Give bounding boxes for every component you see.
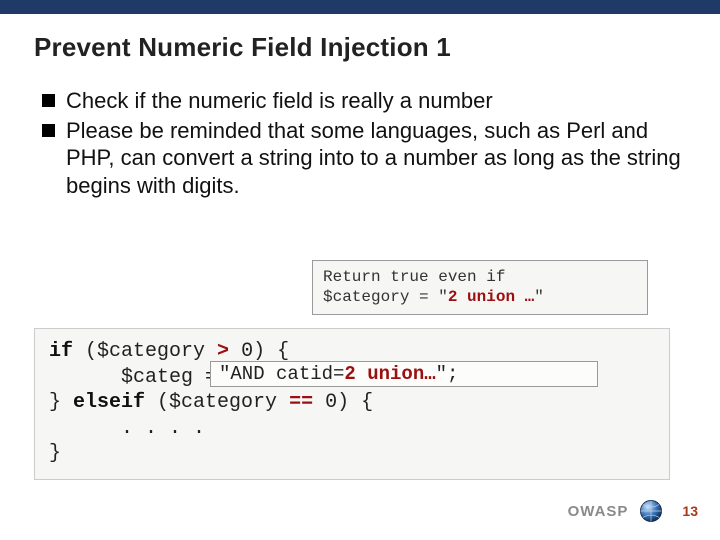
header-bar	[0, 0, 720, 14]
code-op-gt: >	[217, 340, 229, 363]
slide-title: Prevent Numeric Field Injection 1	[34, 32, 686, 63]
code-text: 0) {	[313, 391, 373, 414]
footer-org: OWASP	[568, 503, 629, 520]
bullet-list: Check if the numeric field is really a n…	[40, 87, 686, 199]
bullet-item: Please be reminded that some languages, …	[40, 117, 686, 200]
callout-suffix: ";	[436, 363, 459, 385]
code-block: if ($category > 0) { $categ = } elseif (…	[34, 328, 670, 480]
note-text-suffix: "	[534, 288, 544, 306]
callout-prefix: "AND catid=	[219, 363, 344, 385]
code-text: . . . .	[49, 417, 205, 440]
globe-icon	[638, 498, 664, 524]
page-number: 13	[682, 503, 698, 519]
code-kw-if: if	[49, 340, 73, 363]
code-text: 0) {	[229, 340, 289, 363]
note-highlight: 2 union …	[448, 288, 534, 306]
footer: OWASP 13	[568, 498, 698, 524]
slide-body: Prevent Numeric Field Injection 1 Check …	[0, 14, 720, 199]
code-kw-elseif: elseif	[73, 391, 145, 414]
annotation-note: Return true even if $category = "2 union…	[312, 260, 648, 315]
code-text: }	[49, 391, 73, 414]
bullet-item: Check if the numeric field is really a n…	[40, 87, 686, 115]
code-callout: "AND catid=2 union…";	[210, 361, 598, 387]
callout-highlight: 2 union…	[344, 363, 435, 385]
code-text: $categ =	[49, 366, 229, 389]
code-op-eq: ==	[289, 391, 313, 414]
code-text: ($category	[73, 340, 217, 363]
code-text: }	[49, 442, 61, 465]
code-text: ($category	[145, 391, 289, 414]
